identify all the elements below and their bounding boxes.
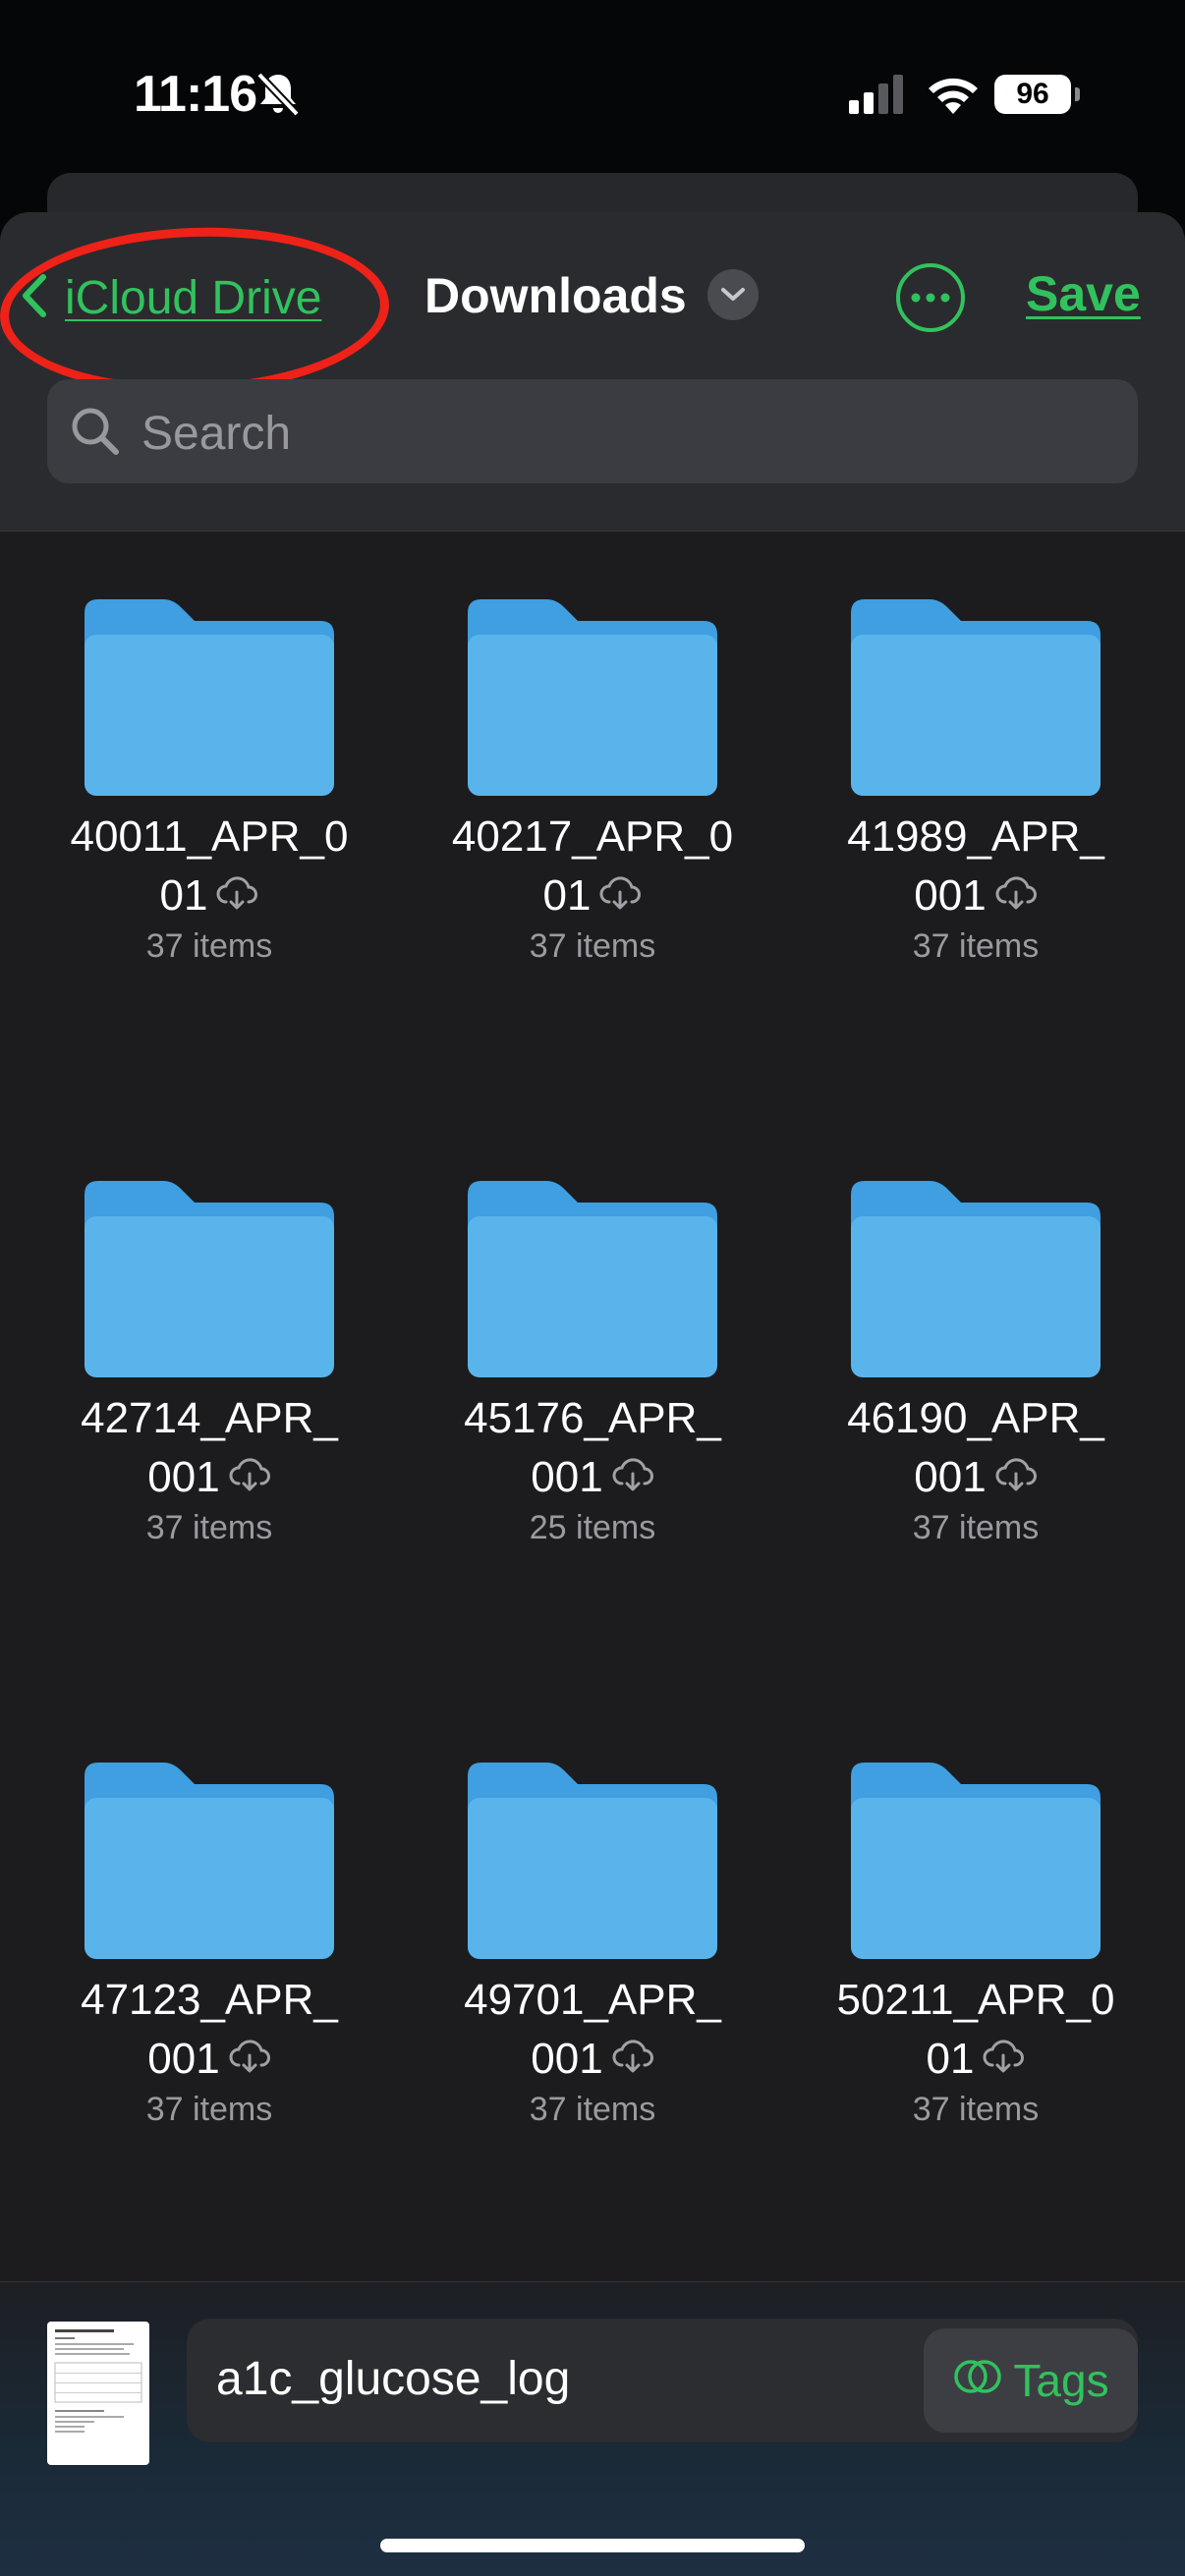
folder-icon (85, 599, 334, 796)
wifi-icon (926, 71, 981, 119)
ellipsis-circle-icon[interactable] (896, 263, 965, 332)
folder-icon (468, 1763, 717, 1959)
tags-label: Tags (1013, 2355, 1109, 2406)
save-button[interactable]: Save (1026, 265, 1141, 322)
icloud-download-icon (994, 1448, 1038, 1507)
folder-item[interactable]: 47123_APR_ 001 37 items (52, 1761, 367, 2129)
tags-button[interactable]: Tags (924, 2328, 1138, 2433)
navigation-bar: iCloud Drive Downloads Save Search (0, 212, 1185, 532)
bell-slash-icon (254, 69, 303, 123)
folder-icon (85, 1181, 334, 1377)
folder-item[interactable]: 42714_APR_ 001 37 items (52, 1179, 367, 1547)
folder-item[interactable]: 50211_APR_0 01 37 items (818, 1761, 1133, 2129)
folder-count: 37 items (912, 1509, 1040, 1546)
folder-count: 37 items (912, 927, 1040, 965)
folder-name: 40011_APR_0 01 (52, 808, 367, 925)
folder-icon (851, 1181, 1100, 1377)
document-thumbnail (47, 2322, 149, 2465)
folder-count: 37 items (529, 2091, 656, 2128)
status-time: 11:16 (134, 66, 257, 123)
icloud-download-icon (215, 867, 258, 925)
folder-icon (851, 599, 1100, 796)
home-indicator[interactable] (380, 2539, 805, 2552)
battery-indicator: 96 (994, 75, 1071, 114)
folder-name: 49701_APR_ 001 (435, 1971, 750, 2089)
folder-name: 45176_APR_ 001 (435, 1389, 750, 1507)
filename-field[interactable]: a1c_glucose_log Tags (187, 2319, 1138, 2442)
folder-item[interactable]: 45176_APR_ 001 25 items (435, 1179, 750, 1547)
folder-count: 25 items (529, 1509, 656, 1546)
folder-item[interactable]: 49701_APR_ 001 37 items (435, 1761, 750, 2129)
tags-icon (952, 2354, 1003, 2407)
folder-count: 37 items (912, 2091, 1040, 2128)
search-placeholder: Search (141, 408, 292, 460)
battery-cap (1075, 87, 1080, 101)
annotation-ellipse (0, 221, 392, 400)
folder-count: 37 items (529, 927, 656, 965)
folder-name: 42714_APR_ 001 (52, 1389, 367, 1507)
icloud-download-icon (611, 2030, 654, 2089)
folder-count: 37 items (145, 2091, 273, 2128)
folder-count: 37 items (145, 927, 273, 965)
search-input[interactable]: Search (47, 379, 1138, 483)
folder-name: 46190_APR_ 001 (818, 1389, 1133, 1507)
folder-icon (468, 599, 717, 796)
folder-icon (85, 1763, 334, 1959)
folder-item[interactable]: 40011_APR_0 01 37 items (52, 597, 367, 966)
search-icon (69, 405, 122, 463)
signal-icon (849, 75, 906, 119)
icloud-download-icon (994, 867, 1038, 925)
filename-input[interactable]: a1c_glucose_log (216, 2352, 570, 2406)
icloud-download-icon (228, 2030, 271, 2089)
status-bar: 11:16 96 (0, 0, 1185, 187)
folder-icon (468, 1181, 717, 1377)
folder-count: 37 items (145, 1509, 273, 1546)
folder-name: 40217_APR_0 01 (435, 808, 750, 925)
icloud-download-icon (611, 1448, 654, 1507)
icloud-download-icon (598, 867, 642, 925)
folder-item[interactable]: 41989_APR_ 001 37 items (818, 597, 1133, 966)
icloud-download-icon (228, 1448, 271, 1507)
folder-name: 47123_APR_ 001 (52, 1971, 367, 2089)
icloud-download-icon (982, 2030, 1025, 2089)
page-title[interactable]: Downloads (424, 267, 687, 324)
folder-name: 50211_APR_0 01 (818, 1971, 1133, 2089)
save-sheet: iCloud Drive Downloads Save Search 40011… (0, 212, 1185, 2576)
folder-icon (851, 1763, 1100, 1959)
folder-item[interactable]: 40217_APR_0 01 37 items (435, 597, 750, 966)
folder-item[interactable]: 46190_APR_ 001 37 items (818, 1179, 1133, 1547)
folder-name: 41989_APR_ 001 (818, 808, 1133, 925)
chevron-down-icon[interactable] (707, 269, 759, 320)
